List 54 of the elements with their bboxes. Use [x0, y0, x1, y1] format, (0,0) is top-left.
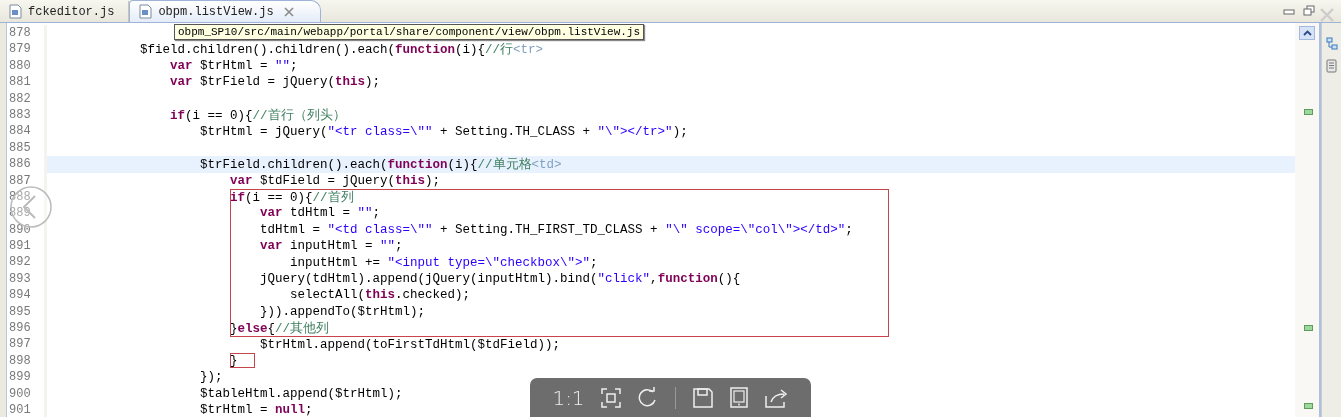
file-icon [9, 4, 22, 19]
line-number: 891 [7, 238, 47, 255]
line-number: 886 [7, 156, 47, 173]
line-number: 894 [7, 287, 47, 304]
editor-tab[interactable]: obpm.listView.js [129, 0, 321, 22]
code-line: $trHtml.append(toFirstTdHtml($tdField)); [259, 337, 561, 352]
outline-icon[interactable] [1325, 37, 1338, 51]
document-icon[interactable] [1326, 59, 1337, 73]
fit-screen-icon[interactable] [601, 387, 622, 408]
code-line: if(i == 0){//首列 [229, 189, 354, 206]
highlight-box [230, 353, 255, 368]
code-line: tdHtml = "<td class=\"" + Setting.TH_FIRST_TD_CLASS + "\" scope=\"col\"></td>"; [259, 222, 853, 237]
code-line: var tdHtml = ""; [259, 206, 381, 221]
annotation-marker[interactable] [1304, 403, 1313, 409]
caret-icon [1302, 30, 1312, 36]
minimize-icon[interactable] [1283, 8, 1295, 16]
code-line: var $tdField = jQuery(this); [229, 173, 441, 188]
line-number: 892 [7, 254, 47, 271]
code-line: } [229, 354, 238, 368]
code-line: $trField.children().each(function(i){//单元格<td> [199, 156, 562, 173]
code-line: if(i == 0){//首行（列头） [169, 107, 346, 124]
line-number: 897 [7, 336, 47, 353]
annotation-marker[interactable] [1304, 109, 1313, 115]
file-path-tooltip: obpm_SP10/src/main/webapp/portal/share/component/view/obpm.listView.js [174, 24, 645, 40]
save-icon[interactable] [692, 387, 713, 408]
editor-tab[interactable]: fckeditor.js [0, 1, 130, 22]
code-line: }else{//其他列 [229, 320, 330, 337]
code-line: })).appendTo($trHtml); [259, 304, 426, 319]
code-line: var $trHtml = ""; [169, 58, 298, 73]
code-line: selectAll(this.checked); [289, 288, 471, 303]
scroll-up-button[interactable] [1299, 26, 1315, 40]
close-icon[interactable] [283, 6, 294, 17]
line-number: 879 [7, 41, 47, 58]
code-line: jQuery(tdHtml).append(jQuery(inputHtml).bind("click",function(){ [259, 272, 741, 287]
file-icon [139, 4, 153, 19]
code-line: $trHtml = null; [199, 403, 313, 417]
restore-icon[interactable] [1303, 5, 1315, 16]
actual-size-button[interactable]: 1:1 [552, 385, 585, 410]
code-line: $trHtml = jQuery("<tr class=\"" + Setting.TH_CLASS + "\"></tr>"); [199, 124, 688, 139]
code-line: var inputHtml = ""; [259, 239, 403, 254]
share-icon[interactable] [764, 387, 789, 408]
line-number: 878 [7, 25, 47, 42]
line-number: 884 [7, 123, 47, 140]
line-number: 881 [7, 74, 47, 91]
line-number: 896 [7, 320, 47, 337]
code-line: var $trField = jQuery(this); [169, 75, 381, 90]
code-line: inputHtml += "<input type=\"checkbox\">"; [289, 255, 598, 270]
line-number: 899 [7, 369, 47, 386]
annotation-marker[interactable] [1304, 325, 1313, 331]
rotate-icon[interactable] [638, 386, 659, 409]
code-line: }); [199, 370, 223, 385]
code-line: $tableHtml.append($trHtml); [199, 386, 403, 401]
code-line: $field.children().children().each(function(i){//行<tr> [139, 42, 544, 59]
tablet-icon[interactable] [729, 387, 748, 408]
